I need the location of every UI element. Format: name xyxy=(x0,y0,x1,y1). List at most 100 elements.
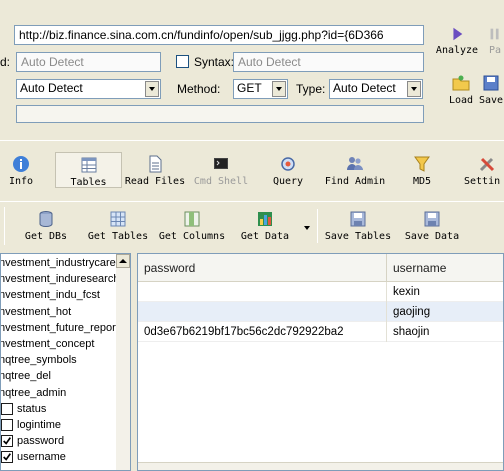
terminal-icon xyxy=(214,158,228,169)
type-select[interactable]: Auto Detect xyxy=(329,79,423,99)
cell-username: shaojin xyxy=(387,322,503,342)
grid-icon xyxy=(110,211,126,227)
scroll-up-button[interactable] xyxy=(116,254,130,268)
tree-table-item[interactable]: nvestment_induresearch xyxy=(1,271,119,287)
query-button[interactable]: Query xyxy=(268,155,308,187)
info-button[interactable]: Info xyxy=(4,155,38,187)
save-label: Save xyxy=(478,95,504,106)
cell-password: 0d3e67b6219bf17bc56c2dc792922ba2 xyxy=(138,322,387,342)
cell-password xyxy=(138,302,387,322)
post-data-input[interactable] xyxy=(16,105,424,123)
analyze-label: Analyze xyxy=(435,45,479,56)
column-header-password[interactable]: password xyxy=(138,254,387,282)
play-icon xyxy=(453,27,463,41)
get-data-button[interactable]: Get Data xyxy=(236,210,294,242)
divider xyxy=(0,140,504,141)
get-data-dropdown-icon[interactable] xyxy=(304,226,310,230)
syntax-label: Syntax: xyxy=(194,55,235,69)
tree-table-item[interactable]: nqtree_symbols xyxy=(1,352,77,368)
chevron-down-icon[interactable] xyxy=(145,81,159,97)
load-button[interactable]: Load xyxy=(446,74,476,106)
cmd-shell-button[interactable]: Cmd Shell xyxy=(192,155,250,187)
field-left-label: d: xyxy=(0,55,11,69)
tree-table-item[interactable]: nqtree_del xyxy=(1,368,51,384)
type-label: Type: xyxy=(296,82,326,96)
auto-detect-field[interactable]: Auto Detect xyxy=(16,52,161,72)
column-header-username[interactable]: username xyxy=(387,254,503,282)
get-data-label: Get Data xyxy=(240,231,290,242)
table-icon xyxy=(81,157,96,173)
save-icon xyxy=(424,211,440,227)
folder-icon xyxy=(452,75,470,91)
tables-button[interactable]: Tables xyxy=(55,152,122,188)
tree-column-label: password xyxy=(17,435,65,448)
paste-label: Pa xyxy=(488,45,502,56)
tree-column-label: username xyxy=(17,451,66,464)
tree-table-item[interactable]: nvestment_concept xyxy=(1,336,94,352)
chevron-down-icon[interactable] xyxy=(407,81,421,97)
db-tree[interactable]: nvestment_industrycare nvestment_indurese… xyxy=(0,253,131,471)
load-label: Load xyxy=(448,95,474,106)
get-tables-button[interactable]: Get Tables xyxy=(86,210,150,242)
tree-table-item[interactable]: nvestment_indu_fcst xyxy=(1,287,100,303)
table-row[interactable]: 0d3e67b6219bf17bc56c2dc792922ba2 shaojin xyxy=(138,322,503,342)
table-row[interactable]: kexin xyxy=(138,282,503,302)
save-tables-label: Save Tables xyxy=(324,231,392,242)
syntax-field[interactable]: Auto Detect xyxy=(233,52,424,72)
md5-button[interactable]: MD5 xyxy=(406,155,438,187)
method-select[interactable]: GET xyxy=(233,79,288,99)
pause-icon xyxy=(490,28,499,40)
unchecked-checkbox[interactable] xyxy=(1,419,13,431)
chevron-up-icon xyxy=(119,259,127,263)
syntax-checkbox[interactable] xyxy=(176,55,189,68)
columns-icon xyxy=(184,211,200,227)
encoding-select[interactable]: Auto Detect xyxy=(16,79,161,99)
save-data-label: Save Data xyxy=(404,231,460,242)
tree-table-item[interactable]: nvestment_hot xyxy=(1,304,71,320)
data-grid[interactable]: password username kexin gaojing 0d3e67b621… xyxy=(137,253,504,471)
md5-label: MD5 xyxy=(412,176,432,187)
divider xyxy=(0,201,504,202)
tree-table-item[interactable]: nvestment_future_report xyxy=(1,320,119,336)
get-dbs-button[interactable]: Get DBs xyxy=(20,210,72,242)
info-icon xyxy=(13,156,29,172)
get-tables-label: Get Tables xyxy=(87,231,149,242)
save-data-button[interactable]: Save Data xyxy=(402,210,462,242)
save-tables-button[interactable]: Save Tables xyxy=(324,210,392,242)
checked-checkbox[interactable] xyxy=(1,435,13,448)
cell-password xyxy=(138,282,387,302)
url-input[interactable]: http://biz.finance.sina.com.cn/fundinfo/… xyxy=(14,25,424,45)
tree-column-label: status xyxy=(17,402,47,415)
type-value: Auto Detect xyxy=(333,81,396,95)
checked-checkbox[interactable] xyxy=(1,451,13,464)
tree-table-item[interactable]: nqtree_admin xyxy=(1,385,66,401)
read-files-label: Read Files xyxy=(124,176,186,187)
cell-username: kexin xyxy=(387,282,503,302)
analyze-button[interactable]: Analyze xyxy=(434,26,480,56)
method-label: Method: xyxy=(177,82,221,96)
unchecked-checkbox[interactable] xyxy=(1,402,13,415)
cmd-shell-label: Cmd Shell xyxy=(193,176,249,187)
read-files-button[interactable]: Read Files xyxy=(124,155,186,187)
chevron-down-icon[interactable] xyxy=(272,81,286,97)
find-admin-label: Find Admin xyxy=(324,176,386,187)
tools-icon xyxy=(479,157,495,172)
tree-scrollbar[interactable] xyxy=(116,254,130,470)
funnel-icon xyxy=(414,156,430,172)
horizontal-scrollbar[interactable] xyxy=(138,462,503,470)
tree-column-label: logintime xyxy=(17,419,62,431)
query-icon xyxy=(281,157,295,171)
settings-button[interactable]: Settin xyxy=(464,155,504,187)
tables-label: Tables xyxy=(70,177,107,188)
find-admin-button[interactable]: Find Admin xyxy=(324,155,386,187)
tree-table-item[interactable]: nvestment_industrycare xyxy=(1,255,116,271)
chart-data-icon xyxy=(258,212,272,226)
users-icon xyxy=(347,157,363,170)
paste-button[interactable]: Pa xyxy=(486,26,504,56)
table-row[interactable]: gaojing xyxy=(138,302,503,322)
settings-label: Settin xyxy=(464,176,501,187)
get-columns-button[interactable]: Get Columns xyxy=(156,210,228,242)
save-button[interactable]: Save xyxy=(478,74,504,106)
toolbar-separator xyxy=(317,209,318,243)
get-dbs-label: Get DBs xyxy=(24,231,68,242)
